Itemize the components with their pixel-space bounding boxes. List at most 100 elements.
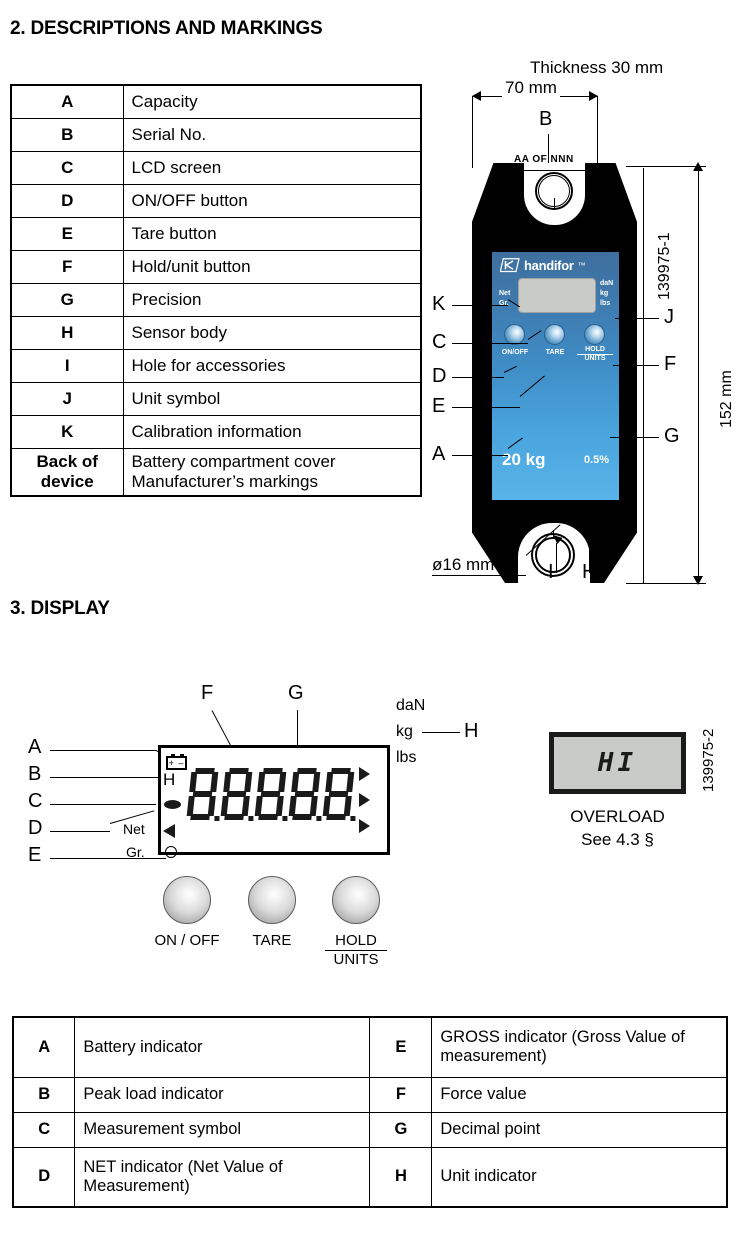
legend-description: NET indicator (Net Value of Measurement) (74, 1146, 371, 1208)
table-row: G Precision (10, 282, 422, 317)
legend-description: Battery indicator (74, 1016, 371, 1078)
legend-key: B (12, 1076, 76, 1113)
segment (258, 814, 278, 820)
segment (257, 772, 266, 792)
callout-H-leader (589, 527, 590, 573)
segment (220, 796, 229, 816)
callout-C: C (432, 331, 447, 353)
brand-trademark: ™ (577, 261, 586, 270)
markings-table: A Capacity B Serial No. C LCD screen D ON/OFF b… (10, 84, 422, 497)
callout-C-leader (452, 343, 528, 344)
table-row: B Serial No. (10, 117, 422, 152)
marking-description: Calibration information (122, 414, 422, 449)
legend-description: Measurement symbol (74, 1111, 371, 1148)
table-row: A Battery indicator E GROSS indicator (Gros… (12, 1016, 728, 1078)
callout-A-leader (452, 455, 508, 456)
hole-diameter-underline (432, 575, 526, 576)
table-row: H Sensor body (10, 315, 422, 350)
table-row: C Measurement symbol G Decimal point (12, 1111, 728, 1148)
display-callout-F-leader (211, 710, 232, 747)
hold-label: HOLD (325, 932, 387, 951)
display-callout-G: G (288, 682, 304, 704)
segment (223, 772, 232, 792)
battery-terminal-2-icon (180, 754, 184, 757)
battery-terminal-1-icon (171, 754, 175, 757)
tare-button[interactable] (248, 876, 296, 924)
back-desc-line1: Battery compartment cover (131, 452, 336, 472)
marking-key: I (10, 348, 124, 383)
device-hold-label: HOLD (577, 346, 613, 356)
device-hold-units-button[interactable] (584, 324, 605, 345)
display-callout-H: H (464, 720, 479, 742)
segment (326, 814, 346, 820)
legend-key: G (369, 1111, 433, 1148)
legend-description: Force value (431, 1076, 728, 1113)
device-onoff-button[interactable] (504, 324, 525, 345)
marking-key-back-of-device: Back of device (10, 447, 124, 497)
height-ext-top (626, 166, 706, 167)
hold-units-button[interactable] (332, 876, 380, 924)
seven-segment-digit (322, 768, 356, 821)
table-row: K Calibration information (10, 414, 422, 449)
marking-description-back-of-device: Battery compartment cover Manufacturer’s … (122, 447, 422, 497)
segment (278, 772, 287, 792)
marking-description: Tare button (122, 216, 422, 251)
marking-description: Serial No. (122, 117, 422, 152)
peak-load-indicator-label: H (163, 770, 176, 789)
segment (224, 814, 244, 820)
callout-E: E (432, 395, 446, 417)
callout-E-leader (452, 407, 520, 408)
segment (186, 796, 195, 816)
precision-value: 0.5% (584, 454, 610, 466)
hold-units-button-label: HOLD UNITS (325, 932, 387, 968)
marking-key: G (10, 282, 124, 317)
document-page: 2. DESCRIPTIONS AND MARKINGS A Capacity B S… (0, 0, 740, 1235)
table-row: C LCD screen (10, 150, 422, 185)
display-callout-D: D (28, 817, 43, 839)
device-lcd-screen (518, 278, 596, 313)
table-row: A Capacity (10, 84, 422, 119)
marking-key: H (10, 315, 124, 350)
segment (254, 796, 263, 816)
legend-description: GROSS indicator (Gross Value of measurem… (431, 1016, 728, 1078)
device-onoff-label: ON/OFF (501, 349, 529, 356)
width-ext-right (597, 96, 598, 168)
tare-button-label: TARE (252, 932, 292, 949)
marking-description: Sensor body (122, 315, 422, 350)
drawing-ref-line (643, 168, 644, 583)
decimal-point (282, 816, 288, 821)
gross-indicator-label: Gr. (126, 844, 145, 860)
segment (190, 814, 210, 820)
battery-indicator-icon: + – (166, 754, 187, 770)
segment (189, 772, 198, 792)
callout-J-leader (615, 318, 659, 319)
brand-name: handifor (524, 258, 574, 273)
battery-polarity-label: + – (168, 758, 185, 768)
marking-description: Unit symbol (122, 381, 422, 416)
device-units-label: UNITS (584, 355, 606, 363)
marking-description: Hold/unit button (122, 249, 422, 284)
display-legend-table: A Battery indicator E GROSS indicator (Gros… (12, 1016, 728, 1208)
units-label: UNITS (333, 951, 379, 968)
decimal-point (316, 816, 322, 821)
segment (325, 772, 334, 792)
segment (312, 772, 321, 792)
marking-description: Hole for accessories (122, 348, 422, 383)
legend-description: Unit indicator (431, 1146, 728, 1208)
seven-segment-digit (254, 768, 288, 821)
display-callout-A-leader (50, 750, 156, 751)
display-diagram: F G A B C D E + – H Net Gr. daN kg lbs H… (0, 680, 740, 1010)
overload-caption-line1: OVERLOAD (570, 807, 665, 826)
unit-arrow-kg-icon (359, 793, 370, 807)
legend-key: D (12, 1146, 76, 1208)
unit-arrow-dan-icon (359, 767, 370, 781)
device-diagram: Thickness 30 mm 70 mm B AA OF NNN handif… (430, 50, 740, 610)
device-tare-button[interactable] (544, 324, 565, 345)
display-callout-C: C (28, 790, 43, 812)
segment (343, 796, 352, 816)
handifor-logo-icon (500, 258, 520, 273)
display-callout-C-leader (50, 804, 156, 805)
onoff-button[interactable] (163, 876, 211, 924)
table-row: E Tare button (10, 216, 422, 251)
segment (322, 796, 331, 816)
